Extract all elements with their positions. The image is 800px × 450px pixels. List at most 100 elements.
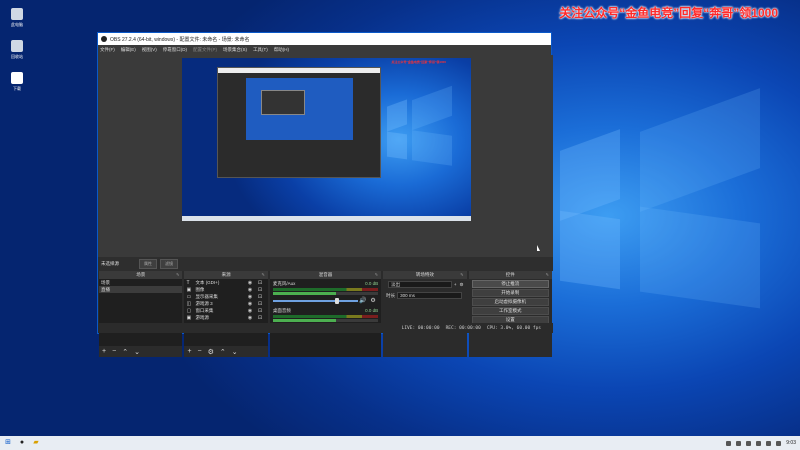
source-type-icon: ▣	[186, 286, 192, 293]
eye-icon[interactable]: ◉	[248, 301, 258, 307]
remove-icon[interactable]: −	[112, 348, 116, 355]
lock-icon[interactable]: ⊡	[258, 315, 268, 321]
menu-file[interactable]: 文件(F)	[100, 47, 115, 53]
desktop-icon-recycle-bin[interactable]: 回收站	[6, 40, 28, 60]
slider-knob[interactable]	[334, 297, 339, 304]
nested-obs-window	[217, 67, 381, 178]
gear-icon[interactable]: ⚙	[368, 297, 378, 304]
move-down-icon[interactable]: ⌄	[134, 348, 140, 356]
volume-meter	[272, 315, 379, 318]
add-icon[interactable]: +	[102, 348, 106, 355]
system-tray: 9:03	[726, 440, 800, 446]
studio-mode-button[interactable]: 工作室模式	[471, 307, 549, 315]
tray-app-icon[interactable]	[736, 440, 742, 446]
lock-icon[interactable]: ⊡	[258, 294, 268, 300]
lock-icon[interactable]: ⊡	[258, 308, 268, 314]
clock[interactable]: 9:03	[786, 440, 796, 446]
stop-streaming-button[interactable]: 停止推流	[471, 280, 549, 288]
status-bar: LIVE: 00:00:00 REC: 00:00:00 CPU: 3.0%, …	[98, 323, 553, 333]
gear-icon[interactable]: ⚙	[460, 282, 464, 288]
transitions-title: 转场特效	[415, 272, 434, 277]
network-icon[interactable]	[766, 440, 772, 446]
filters-button[interactable]: 滤镜	[160, 259, 178, 269]
source-name: 显示器采集	[195, 293, 218, 299]
tray-app-icon[interactable]	[756, 440, 762, 446]
desktop-icon-this-pc[interactable]: 此电脑	[6, 8, 28, 28]
desktop-icon-label: 此电脑	[11, 22, 23, 27]
desktop-icon-label: 下载	[13, 86, 21, 91]
dock-pin-icon[interactable]: ✎	[375, 271, 378, 279]
menu-docks[interactable]: 停靠窗口(D)	[163, 47, 187, 53]
docks-row: 场景 ✎ 场景 直播 + − ⌃ ⌄ 来源 ✎ T 文本 (GDI+) ◉ ⊡ ▣ 图像 ◉ ⊡ ▭…	[98, 271, 553, 357]
transition-select[interactable]: 淡出	[388, 281, 452, 288]
add-icon[interactable]: +	[187, 348, 191, 355]
source-name: 游戏源	[195, 314, 209, 320]
obs-taskbar-icon[interactable]: ●	[18, 439, 26, 447]
eye-icon[interactable]: ◉	[248, 294, 258, 300]
controls-title: 控件	[505, 272, 515, 277]
title-bar[interactable]: OBS 27.2.4 (64-bit, windows) - 配置文件: 未命名…	[98, 33, 551, 45]
eye-icon[interactable]: ◉	[248, 287, 258, 293]
dock-pin-icon[interactable]: ✎	[262, 271, 265, 279]
lock-icon[interactable]: ⊡	[258, 280, 268, 286]
dock-pin-icon[interactable]: ✎	[176, 271, 179, 279]
transitions-dock: 转场特效 ✎ 淡出 + ⚙ 时长 300 ms	[383, 271, 467, 357]
source-type-icon: ▣	[186, 314, 192, 321]
menu-profile[interactable]: 配置文件(P)	[193, 47, 217, 53]
wallpaper-beam	[560, 210, 620, 290]
source-name: 文本 (GDI+)	[195, 279, 220, 285]
duration-field[interactable]: 300 ms	[397, 292, 462, 299]
controls-body: 停止推流 开始录制 启动虚拟摄像机 工作室模式 设置 退出	[468, 279, 552, 357]
lock-icon[interactable]: ⊡	[258, 301, 268, 307]
source-item[interactable]: T 文本 (GDI+) ◉ ⊡	[184, 279, 267, 286]
source-item[interactable]: ◫ 游戏源 3 ◉ ⊡	[184, 300, 267, 307]
move-up-icon[interactable]: ⌃	[122, 348, 128, 356]
eye-icon[interactable]: ◉	[248, 315, 258, 321]
menu-help[interactable]: 帮助(H)	[274, 47, 289, 53]
menu-edit[interactable]: 编辑(E)	[121, 47, 136, 53]
mixer-title: 混音器	[318, 272, 333, 277]
lock-icon[interactable]: ⊡	[258, 287, 268, 293]
preview-area[interactable]: 关注公众号“金鱼电竞”回复“奔哥”领1000	[98, 55, 553, 257]
eye-icon[interactable]: ◉	[248, 308, 258, 314]
move-down-icon[interactable]: ⌄	[232, 348, 238, 356]
tray-app-icon[interactable]	[746, 440, 752, 446]
move-up-icon[interactable]: ⌃	[220, 348, 226, 356]
sources-list: T 文本 (GDI+) ◉ ⊡ ▣ 图像 ◉ ⊡ ▭ 显示器采集 ◉ ⊡ ◫ 游戏源 3 ◉ ⊡ ▢ 窗口采集 ◉ ⊡…	[184, 279, 268, 346]
wallpaper-beam	[387, 131, 407, 160]
wallpaper-beam	[387, 99, 407, 132]
properties-button[interactable]: 属性	[139, 259, 157, 269]
dock-pin-icon[interactable]: ✎	[460, 271, 463, 279]
remove-icon[interactable]: −	[198, 348, 202, 355]
start-virtual-camera-button[interactable]: 启动虚拟摄像机	[471, 298, 549, 306]
tray-app-icon[interactable]	[726, 440, 732, 446]
source-item[interactable]: ▣ 图像 ◉ ⊡	[184, 286, 267, 293]
menu-view[interactable]: 视图(V)	[142, 47, 157, 53]
scene-item-selected[interactable]: 直播	[99, 286, 183, 293]
volume-slider[interactable]	[272, 297, 359, 304]
speaker-icon[interactable]: 🔊	[358, 297, 368, 304]
desktop-icon-downloads[interactable]: 下载	[6, 72, 28, 92]
obs-window: OBS 27.2.4 (64-bit, windows) - 配置文件: 未命名…	[97, 32, 553, 357]
menu-tools[interactable]: 工具(T)	[253, 47, 268, 53]
plus-icon[interactable]: +	[454, 282, 457, 287]
source-item[interactable]: ▣ 游戏源 ◉ ⊡	[184, 314, 267, 321]
file-explorer-icon[interactable]: ▰	[32, 439, 40, 447]
dock-pin-icon[interactable]: ✎	[546, 271, 549, 279]
scenes-dock: 场景 ✎ 场景 直播 + − ⌃ ⌄	[99, 271, 183, 357]
eye-icon[interactable]: ◉	[248, 280, 258, 286]
gear-icon[interactable]: ⚙	[208, 348, 214, 356]
channel-name: 麦克风/Aux	[272, 281, 296, 286]
source-type-icon: ▭	[186, 293, 192, 300]
menu-scene-collection[interactable]: 场景集合(S)	[223, 47, 247, 53]
source-item[interactable]: ▭ 显示器采集 ◉ ⊡	[184, 293, 267, 300]
source-name: 窗口采集	[195, 307, 214, 313]
scene-item[interactable]: 场景	[99, 279, 182, 286]
preview-canvas[interactable]: 关注公众号“金鱼电竞”回复“奔哥”领1000	[182, 58, 471, 221]
windows-start-icon[interactable]: ⊞	[4, 439, 12, 447]
source-item[interactable]: ▢ 窗口采集 ◉ ⊡	[184, 307, 267, 314]
start-recording-button[interactable]: 开始录制	[471, 289, 549, 297]
volume-meter	[272, 288, 379, 291]
volume-icon[interactable]	[776, 440, 782, 446]
source-type-icon: ▢	[186, 307, 192, 314]
